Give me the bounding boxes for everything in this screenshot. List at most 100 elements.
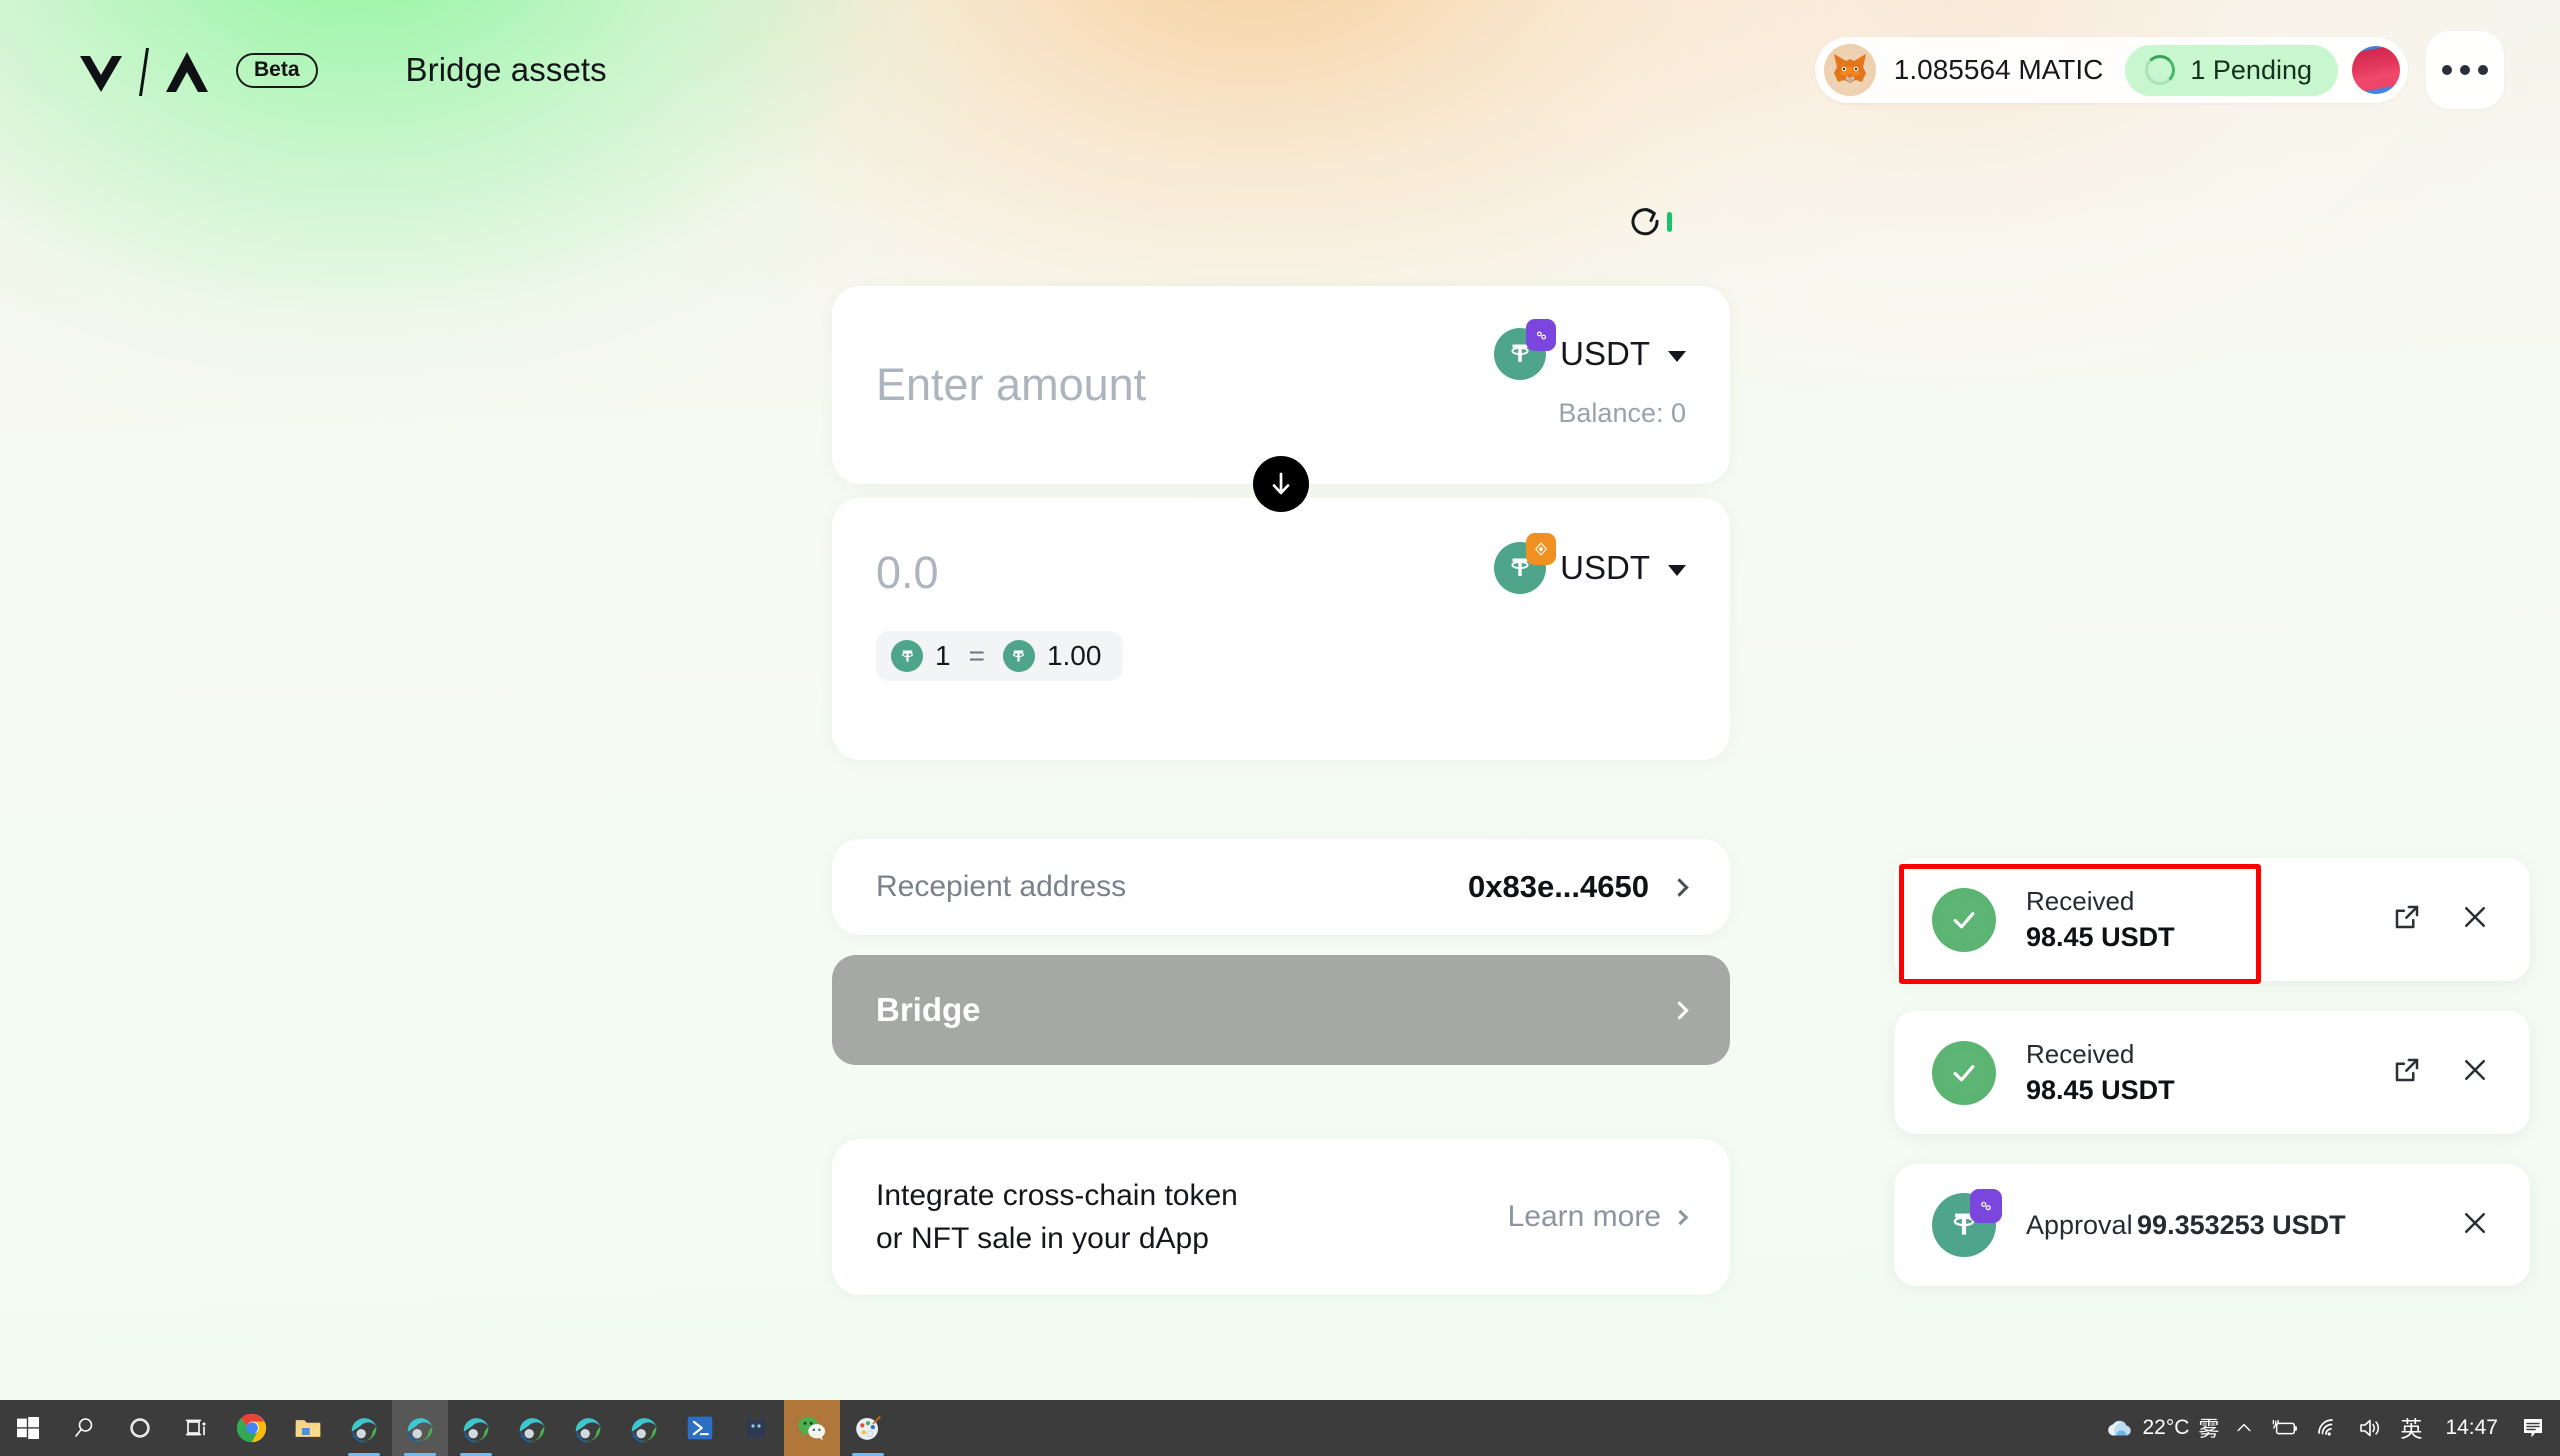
toast-actions <box>2392 902 2500 937</box>
edge-icon <box>407 1418 433 1443</box>
source-token-icon-group <box>1494 319 1557 380</box>
approval-token-icon-group <box>1932 1189 2002 1257</box>
notification-toast-stack: Received 98.45 USDT Received 98.45 USDT … <box>1894 858 2530 1286</box>
refresh-icon <box>1631 208 1659 236</box>
external-link-icon[interactable] <box>2392 1055 2422 1090</box>
swap-direction-button[interactable] <box>1253 456 1309 512</box>
wechat-app[interactable] <box>784 1400 840 1456</box>
destination-amount-value: 0.0 <box>876 547 939 598</box>
chevron-right-icon <box>1672 1209 1689 1225</box>
avatar[interactable] <box>2352 46 2400 94</box>
integrate-promo-card: Integrate cross-chain token or NFT sale … <box>832 1139 1730 1295</box>
edge-app-4[interactable] <box>504 1400 560 1456</box>
notification-center-button[interactable] <box>2512 1400 2554 1456</box>
file-explorer-app[interactable] <box>280 1400 336 1456</box>
success-check-icon <box>1932 887 1996 952</box>
destination-token-selector[interactable]: USDT <box>1494 533 1686 594</box>
brand-logo[interactable]: Beta <box>78 44 318 96</box>
arrow-down-icon <box>1272 472 1290 495</box>
wallet-balance: 1.085564 MATIC <box>1893 54 2104 85</box>
edge-icon <box>463 1418 489 1443</box>
pending-label: 1 Pending <box>2190 54 2312 85</box>
destination-token-icon-group <box>1494 533 1557 594</box>
paint-app[interactable] <box>840 1400 896 1456</box>
close-icon[interactable] <box>2460 1055 2490 1090</box>
tether-icon <box>891 640 923 672</box>
chevron-down-icon <box>1668 350 1686 362</box>
approval-prefix: Approval <box>2026 1209 2133 1240</box>
rate-from-amount: 1 <box>935 640 951 671</box>
source-amount-field-wrap <box>876 286 1495 484</box>
wifi-icon <box>2318 1419 2334 1436</box>
input-method-indicator[interactable]: 英 <box>2391 1400 2431 1456</box>
toast-approval[interactable]: Approval 99.353253 USDT <box>1894 1164 2530 1286</box>
external-link-icon[interactable] <box>2392 902 2422 937</box>
spinner-icon <box>2145 55 2176 85</box>
cat-app[interactable] <box>728 1400 784 1456</box>
refresh-progress-indicator <box>1667 212 1672 232</box>
weather-widget[interactable]: 22°C 雾 <box>2090 1400 2226 1456</box>
start-button[interactable] <box>0 1400 56 1456</box>
toast-body: Received 98.45 USDT <box>1996 1037 2392 1108</box>
bridge-button[interactable]: Bridge <box>832 955 1730 1065</box>
volume-button[interactable] <box>2349 1400 2391 1456</box>
learn-more-link[interactable]: Learn more <box>1508 1200 1689 1234</box>
approval-amount: 99.353253 USDT <box>2137 1209 2346 1240</box>
dot-icon <box>2460 65 2470 75</box>
beta-badge: Beta <box>236 52 318 88</box>
toast-actions <box>2392 1055 2500 1090</box>
wechat-icon <box>798 1416 826 1441</box>
close-icon[interactable] <box>2460 1208 2490 1243</box>
polygon-chain-badge-icon <box>1970 1189 2002 1223</box>
close-icon[interactable] <box>2460 902 2490 937</box>
toast-received-2[interactable]: Received 98.45 USDT <box>1894 1011 2530 1134</box>
toast-received-1[interactable]: Received 98.45 USDT <box>1894 858 2530 984</box>
avalanche-chain-badge-icon <box>1526 533 1557 565</box>
task-view-button[interactable] <box>168 1400 224 1456</box>
destination-amount-card: 0.0 USDT 1 = 1.00 <box>832 498 1730 760</box>
dot-icon <box>2442 65 2452 75</box>
refresh-button[interactable] <box>1628 200 1672 244</box>
battery-status-button[interactable] <box>2263 1400 2307 1456</box>
toast-actions <box>2460 1208 2500 1243</box>
search-icon <box>75 1418 93 1437</box>
cortana-circle-icon <box>130 1418 150 1438</box>
chevron-down-icon <box>1668 564 1686 576</box>
toast-body: Received 98.45 USDT <box>1996 884 2392 955</box>
success-check-icon <box>1932 1040 1996 1105</box>
clock[interactable]: 14:47 <box>2431 1400 2512 1456</box>
show-hidden-icons-button[interactable] <box>2225 1400 2263 1456</box>
chrome-app[interactable] <box>224 1400 280 1456</box>
toast-body: Approval 99.353253 USDT <box>1996 1210 2460 1241</box>
destination-token-symbol: USDT <box>1560 549 1650 586</box>
paint-icon <box>856 1415 882 1440</box>
wallet-group[interactable]: 1.085564 MATIC 1 Pending <box>1814 37 2408 103</box>
polygon-chain-badge-icon <box>1526 319 1557 351</box>
network-status-button[interactable] <box>2307 1400 2349 1456</box>
toast-title: Received <box>2026 886 2135 916</box>
amount-input[interactable] <box>876 359 1495 411</box>
battery-icon <box>2273 1419 2298 1435</box>
destination-top-row: 0.0 USDT <box>876 498 1686 595</box>
pending-transactions-pill[interactable]: 1 Pending <box>2125 44 2338 96</box>
search-button[interactable] <box>56 1400 112 1456</box>
rate-to-amount: 1.00 <box>1046 640 1102 671</box>
edge-app-5[interactable] <box>560 1400 616 1456</box>
recipient-address-row[interactable]: Recepient address 0x83e...4650 <box>832 839 1730 935</box>
source-token-selector[interactable]: USDT <box>1494 319 1686 380</box>
app-header: Beta Bridge assets 1.085564 MATIC 1 Pend… <box>0 0 2560 140</box>
toast-title: Received <box>2026 1039 2135 1069</box>
edge-app-2[interactable] <box>392 1400 448 1456</box>
source-token-column: USDT Balance: 0 <box>1494 286 1686 429</box>
edge-app-6[interactable] <box>616 1400 672 1456</box>
powershell-app[interactable] <box>672 1400 728 1456</box>
exchange-rate-pill: 1 = 1.00 <box>876 631 1124 681</box>
edge-app-3[interactable] <box>448 1400 504 1456</box>
edge-app-1[interactable] <box>336 1400 392 1456</box>
system-tray: 22°C 雾 英 14:47 <box>2090 1400 2560 1456</box>
integrate-promo-text: Integrate cross-chain token or NFT sale … <box>876 1178 1238 1255</box>
weather-temperature: 22°C <box>2142 1416 2190 1439</box>
more-options-button[interactable] <box>2426 31 2504 109</box>
source-token-symbol: USDT <box>1560 335 1650 372</box>
cortana-button[interactable] <box>112 1400 168 1456</box>
